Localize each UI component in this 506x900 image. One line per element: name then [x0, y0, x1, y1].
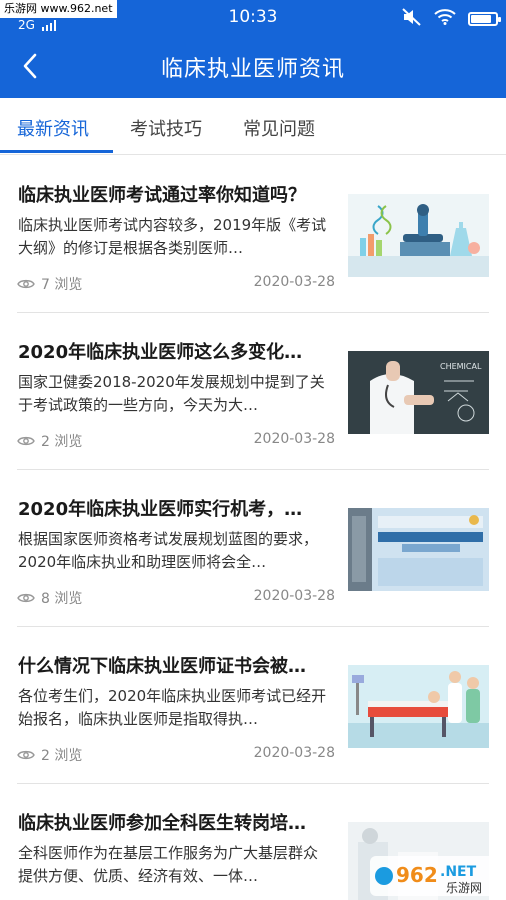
news-title: 2020年临床执业医师实行机考，…: [18, 499, 303, 520]
news-item[interactable]: 2020年临床执业医师实行机考，… 根据国家医师资格考试发展规划蓝图的要求，20…: [17, 470, 489, 627]
tab-bar: 最新资讯 考试技巧 常见问题: [0, 98, 506, 155]
view-count: 7 浏览: [41, 277, 83, 293]
news-summary: 临床执业医师考试内容较多，2019年版《考试大纲》的修订是根据各类别医师…: [18, 216, 327, 257]
svg-text:962: 962: [396, 863, 438, 887]
news-item[interactable]: 临床执业医师考试通过率你知道吗？ 临床执业医师考试内容较多，2019年版《考试大…: [17, 156, 489, 313]
publish-date: 2020-03-28: [253, 588, 335, 604]
news-item[interactable]: 什么情况下临床执业医师证书会被… 各位考生们，2020年临床执业医师考试已经开始…: [17, 627, 489, 784]
status-bar: 乐游网 www.962.net 2G 10:33: [0, 0, 506, 34]
tab-faq[interactable]: 常见问题: [243, 115, 315, 141]
news-summary: 各位考生们，2020年临床执业医师考试已经开始报名，临床执业医师是指取得执…: [18, 687, 327, 728]
watermark-logo: 962 .NET 乐游网: [370, 852, 500, 898]
news-title: 临床执业医师考试通过率你知道吗？: [18, 185, 306, 206]
publish-date: 2020-03-28: [253, 274, 335, 290]
lab-equipment-thumbnail[interactable]: [348, 194, 489, 277]
news-summary: 全科医师作为在基层工作服务为广大基层群众提供方便、优质、经济有效、一体…: [18, 844, 319, 885]
news-summary: 根据国家医师资格考试发展规划蓝图的要求，2020年临床执业和助理医师将会全…: [18, 530, 319, 571]
svg-text:.NET: .NET: [440, 864, 477, 880]
publish-date: 2020-03-28: [253, 431, 335, 447]
publish-date: 2020-03-28: [253, 745, 335, 761]
wifi-icon: [434, 9, 456, 29]
tab-exam-tips[interactable]: 考试技巧: [130, 115, 202, 141]
news-title: 临床执业医师参加全科医生转岗培…: [18, 813, 306, 834]
news-title: 什么情况下临床执业医师证书会被…: [18, 656, 306, 677]
news-list: 临床执业医师考试通过率你知道吗？ 临床执业医师考试内容较多，2019年版《考试大…: [0, 156, 506, 900]
eye-icon: [17, 436, 35, 446]
page-title: 临床执业医师资讯: [160, 57, 345, 82]
app-bar: 临床执业医师资讯: [0, 34, 506, 98]
news-item[interactable]: 2020年临床执业医师这么多变化… 国家卫健委2018-2020年发展规划中提到…: [17, 313, 489, 470]
svg-text:CHEMICAL: CHEMICAL: [440, 362, 482, 371]
svg-text:乐游网: 乐游网: [446, 881, 482, 895]
news-title: 2020年临床执业医师这么多变化…: [18, 342, 303, 363]
eye-icon: [17, 593, 35, 603]
news-summary: 国家卫健委2018-2020年发展规划中提到了关于考试政策的一些方向，今天为大…: [18, 373, 325, 414]
eye-icon: [17, 279, 35, 289]
doctor-chalkboard-thumbnail[interactable]: CHEMICAL: [348, 351, 489, 434]
battery-icon: [468, 12, 501, 26]
mute-icon: [402, 8, 422, 30]
tab-indicator: [0, 150, 113, 153]
view-count: 2 浏览: [41, 434, 83, 450]
view-count: 2 浏览: [41, 748, 83, 764]
eye-icon: [17, 750, 35, 760]
exam-book-thumbnail[interactable]: [348, 508, 489, 591]
view-count: 8 浏览: [41, 591, 83, 607]
tab-latest-news[interactable]: 最新资讯: [17, 115, 89, 141]
hospital-bed-thumbnail[interactable]: [348, 665, 489, 748]
